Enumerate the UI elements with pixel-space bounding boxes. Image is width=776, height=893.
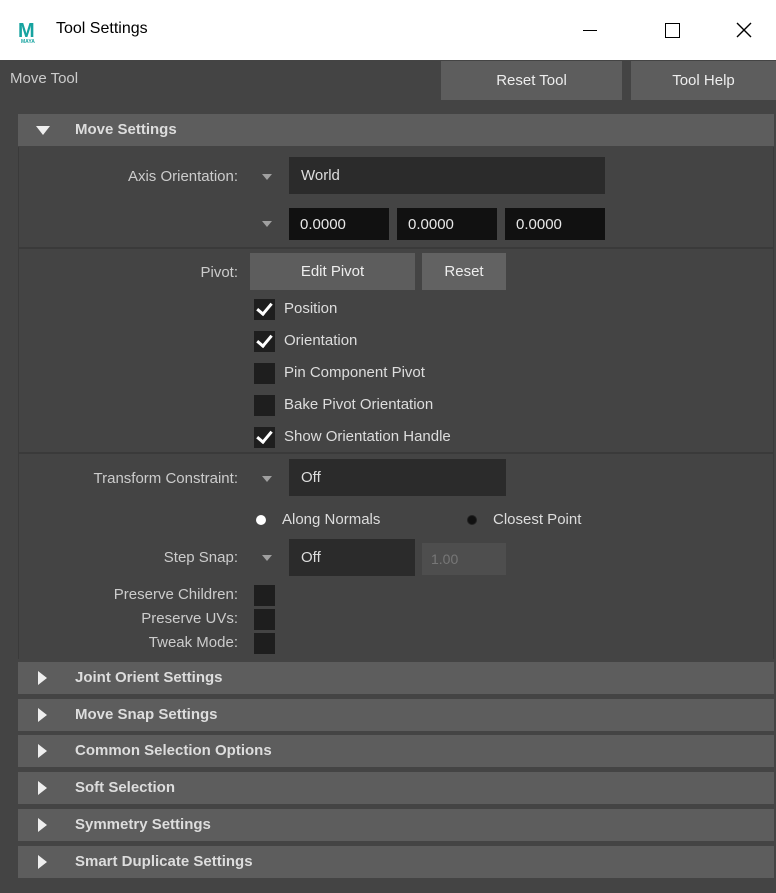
expand-arrow-icon [38, 744, 47, 758]
axis-orientation-label: Axis Orientation: [127, 168, 238, 185]
axis-value-z[interactable]: 0.0000 [505, 208, 605, 240]
section-joint-orient-settings[interactable]: Joint Orient Settings [18, 662, 774, 694]
reset-pivot-button[interactable]: Reset [422, 253, 506, 290]
expand-arrow-icon [38, 818, 47, 832]
axis-orientation-dropdown[interactable]: World [289, 157, 605, 194]
tool-help-button[interactable]: Tool Help [631, 61, 776, 100]
section-title: Move Settings [75, 121, 177, 138]
along-normals-label: Along Normals [282, 511, 381, 528]
tweak-mode-label: Tweak Mode: [148, 634, 238, 651]
section-title: Move Snap Settings [75, 706, 218, 723]
preserve-children-label: Preserve Children: [113, 586, 238, 603]
orientation-label: Orientation [284, 332, 358, 349]
logo-sub: MAYA [21, 39, 35, 45]
position-checkbox[interactable] [254, 299, 275, 320]
reset-tool-button[interactable]: Reset Tool [441, 61, 622, 100]
section-title: Joint Orient Settings [75, 669, 223, 686]
step-snap-amount-field: 1.00 [422, 543, 506, 575]
maximize-icon [664, 22, 680, 38]
section-title: Smart Duplicate Settings [75, 853, 253, 870]
minimize-button[interactable] [560, 0, 620, 60]
axis-value-x[interactable]: 0.0000 [289, 208, 389, 240]
closest-point-radio[interactable] [467, 515, 477, 525]
section-symmetry-settings[interactable]: Symmetry Settings [18, 809, 774, 841]
expand-arrow-icon [38, 781, 47, 795]
divider [18, 452, 774, 454]
close-button[interactable] [714, 0, 774, 60]
step-snap-dropdown[interactable]: Off [289, 539, 415, 576]
minimize-icon [583, 29, 597, 31]
pivot-label: Pivot: [200, 264, 238, 281]
pin-component-pivot-label: Pin Component Pivot [284, 364, 425, 381]
orientation-checkbox[interactable] [254, 331, 275, 352]
edit-pivot-button[interactable]: Edit Pivot [250, 253, 415, 290]
preserve-children-checkbox[interactable] [254, 585, 275, 606]
dropdown-arrow-icon[interactable] [262, 174, 272, 180]
expand-arrow-icon [38, 708, 47, 722]
axis-value-y[interactable]: 0.0000 [397, 208, 497, 240]
close-icon [736, 22, 752, 38]
show-orientation-handle-checkbox[interactable] [254, 427, 275, 448]
closest-point-label: Closest Point [493, 511, 582, 528]
collapse-arrow-icon [36, 126, 50, 135]
step-snap-label: Step Snap: [163, 549, 238, 566]
bake-pivot-orientation-label: Bake Pivot Orientation [284, 396, 434, 413]
title-bar: M MAYA Tool Settings [0, 0, 776, 60]
tweak-mode-checkbox[interactable] [254, 633, 275, 654]
divider [18, 247, 774, 249]
maximize-button[interactable] [642, 0, 702, 60]
section-soft-selection[interactable]: Soft Selection [18, 772, 774, 804]
pin-component-pivot-checkbox[interactable] [254, 363, 275, 384]
maya-logo-icon: M MAYA [18, 21, 40, 45]
expand-arrow-icon [38, 671, 47, 685]
expand-arrow-icon [38, 855, 47, 869]
preserve-uvs-label: Preserve UVs: [141, 610, 238, 627]
section-smart-duplicate-settings[interactable]: Smart Duplicate Settings [18, 846, 774, 878]
tool-name: Move Tool [10, 70, 79, 87]
section-move-snap-settings[interactable]: Move Snap Settings [18, 699, 774, 731]
section-common-selection-options[interactable]: Common Selection Options [18, 735, 774, 767]
section-title: Soft Selection [75, 779, 176, 796]
transform-constraint-label: Transform Constraint: [93, 470, 239, 487]
dropdown-arrow-icon[interactable] [262, 555, 272, 561]
bake-pivot-orientation-checkbox[interactable] [254, 395, 275, 416]
section-title: Common Selection Options [75, 742, 272, 759]
dropdown-arrow-icon[interactable] [262, 476, 272, 482]
axis-values-arrow-icon[interactable] [262, 221, 272, 227]
section-move-settings[interactable]: Move Settings [18, 114, 774, 146]
show-orientation-handle-label: Show Orientation Handle [284, 428, 451, 445]
window-title: Tool Settings [56, 20, 148, 37]
section-title: Symmetry Settings [75, 816, 211, 833]
preserve-uvs-checkbox[interactable] [254, 609, 275, 630]
position-label: Position [284, 300, 338, 317]
along-normals-radio[interactable] [256, 515, 266, 525]
transform-constraint-dropdown[interactable]: Off [289, 459, 506, 496]
